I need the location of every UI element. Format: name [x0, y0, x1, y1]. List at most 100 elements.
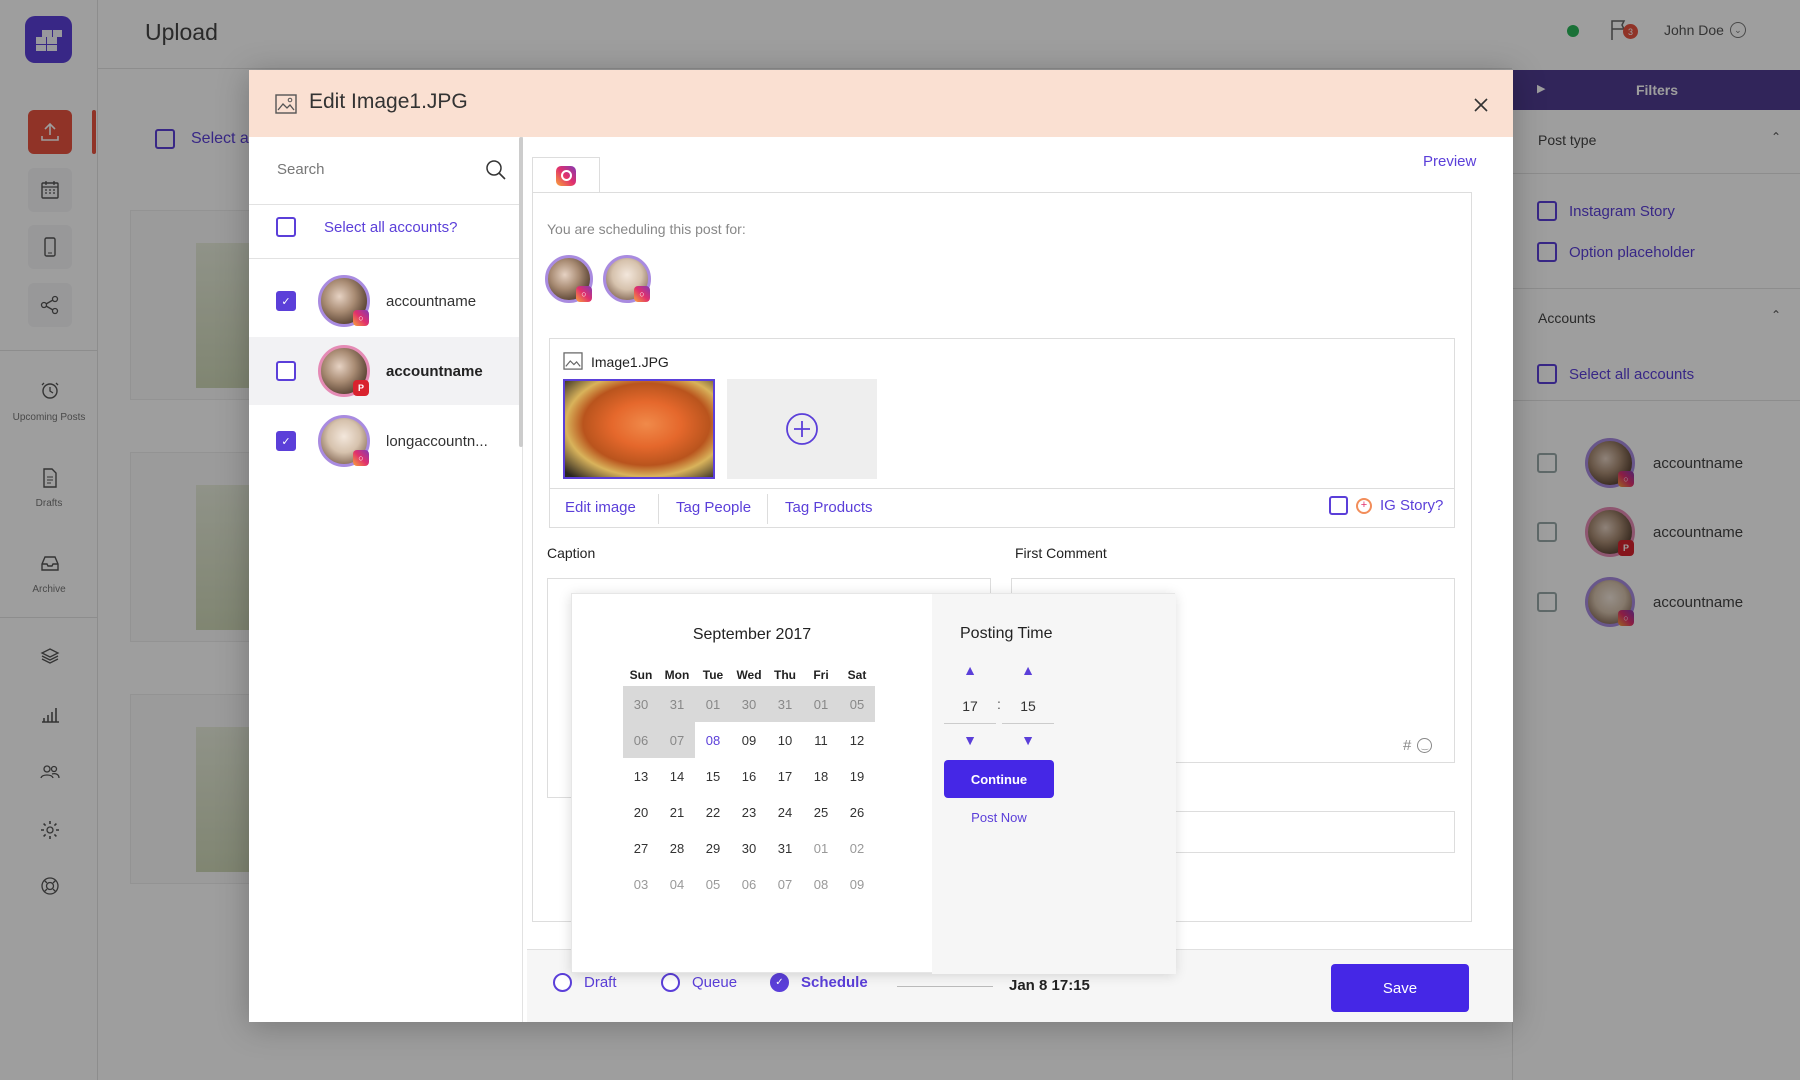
- avatar: ○: [603, 255, 651, 303]
- ig-story-toggle[interactable]: + IG Story?: [1329, 496, 1443, 515]
- instagram-icon: ○: [353, 310, 369, 326]
- minute-input[interactable]: 15: [1002, 688, 1054, 724]
- avatar: P: [318, 345, 370, 397]
- calendar-day[interactable]: 31: [767, 830, 803, 866]
- calendar-day[interactable]: 09: [839, 866, 875, 902]
- post-now-link[interactable]: Post Now: [932, 810, 1066, 825]
- calendar-day[interactable]: 23: [731, 794, 767, 830]
- close-icon[interactable]: [1473, 97, 1489, 113]
- calendar-day[interactable]: 09: [731, 722, 767, 758]
- avatar: ○: [318, 275, 370, 327]
- account-row[interactable]: P accountname: [249, 337, 523, 405]
- hour-input[interactable]: 17: [944, 688, 996, 724]
- account-checkbox[interactable]: ✓: [276, 431, 296, 451]
- ig-story-label: IG Story?: [1380, 497, 1444, 514]
- smiley-icon[interactable]: ‿: [1417, 738, 1433, 753]
- search-input[interactable]: Search: [277, 161, 325, 178]
- calendar-day-today[interactable]: 08: [695, 722, 731, 758]
- account-checkbox[interactable]: ✓: [276, 291, 296, 311]
- account-picker: Search Select all accounts? ✓ ○ accountn…: [249, 137, 523, 1022]
- calendar-day[interactable]: 11: [803, 722, 839, 758]
- calendar-day[interactable]: 19: [839, 758, 875, 794]
- calendar-day[interactable]: 28: [659, 830, 695, 866]
- posting-time-panel: Posting Time ▲ ▲ 17 : 15 ▼ ▼ Continue Po…: [932, 594, 1176, 974]
- ig-story-checkbox[interactable]: [1329, 496, 1348, 515]
- calendar-day[interactable]: 14: [659, 758, 695, 794]
- continue-button[interactable]: Continue: [944, 760, 1054, 798]
- queue-radio[interactable]: [661, 973, 680, 992]
- calendar-day[interactable]: 02: [839, 830, 875, 866]
- calendar-day[interactable]: 24: [767, 794, 803, 830]
- add-media-button[interactable]: [727, 379, 877, 479]
- calendar-day: 07: [659, 722, 695, 758]
- calendar-day: 01: [803, 686, 839, 722]
- schedule-radio[interactable]: ✓: [770, 973, 789, 992]
- save-button[interactable]: Save: [1331, 964, 1469, 1012]
- calendar-day[interactable]: 05: [695, 866, 731, 902]
- tag-products-link[interactable]: Tag Products: [785, 499, 873, 516]
- calendar-day[interactable]: 22: [695, 794, 731, 830]
- calendar-day[interactable]: 06: [731, 866, 767, 902]
- calendar-day[interactable]: 15: [695, 758, 731, 794]
- calendar-day[interactable]: 12: [839, 722, 875, 758]
- pinterest-icon: P: [353, 380, 369, 396]
- option-schedule[interactable]: ✓ Schedule: [770, 973, 868, 992]
- account-checkbox[interactable]: [276, 361, 296, 381]
- calendar-day[interactable]: 25: [803, 794, 839, 830]
- calendar-day[interactable]: 01: [803, 830, 839, 866]
- scheduled-date: Jan 8 17:15: [1009, 977, 1090, 994]
- calendar-day[interactable]: 17: [767, 758, 803, 794]
- tag-people-link[interactable]: Tag People: [676, 499, 751, 516]
- calendar-day[interactable]: 29: [695, 830, 731, 866]
- select-all-accounts[interactable]: Select all accounts?: [276, 217, 457, 237]
- draft-label: Draft: [584, 974, 617, 991]
- weekday-header: Thu: [774, 668, 796, 682]
- image-icon: [275, 94, 297, 114]
- hour-up-icon[interactable]: ▲: [944, 662, 996, 678]
- caption-label: Caption: [547, 545, 596, 561]
- calendar-day[interactable]: 13: [623, 758, 659, 794]
- edit-image-modal: Edit Image1.JPG Search Select all accoun…: [249, 70, 1513, 1022]
- scheduling-text: You are scheduling this post for:: [547, 221, 746, 237]
- select-all-accounts-checkbox[interactable]: [276, 217, 296, 237]
- divider: [249, 204, 523, 205]
- calendar-day[interactable]: 07: [767, 866, 803, 902]
- instagram-icon: [556, 165, 576, 186]
- calendar-day[interactable]: 27: [623, 830, 659, 866]
- weekday-header: Sat: [847, 668, 867, 682]
- calendar-day[interactable]: 18: [803, 758, 839, 794]
- tab-instagram[interactable]: [532, 157, 600, 193]
- option-draft[interactable]: Draft: [553, 973, 617, 992]
- calendar-day[interactable]: 26: [839, 794, 875, 830]
- weekday-header: Tue: [702, 668, 724, 682]
- preview-link[interactable]: Preview: [1423, 153, 1476, 170]
- calendar-day[interactable]: 20: [623, 794, 659, 830]
- calendar-day[interactable]: 21: [659, 794, 695, 830]
- account-name: longaccountn...: [386, 432, 488, 450]
- calendar-day[interactable]: 10: [767, 722, 803, 758]
- divider: [658, 494, 659, 524]
- calendar-day[interactable]: 04: [659, 866, 695, 902]
- calendar-day: 31: [659, 686, 695, 722]
- image-icon: [563, 352, 583, 370]
- account-name: accountname: [386, 292, 477, 310]
- calendar-day[interactable]: 03: [623, 866, 659, 902]
- minute-down-icon[interactable]: ▼: [1002, 732, 1054, 748]
- minute-up-icon[interactable]: ▲: [1002, 662, 1054, 678]
- account-row[interactable]: ✓ ○ longaccountn...: [249, 407, 523, 475]
- edit-image-link[interactable]: Edit image: [565, 499, 636, 516]
- hashtag-icon[interactable]: #: [1403, 737, 1411, 754]
- queue-label: Queue: [692, 974, 738, 991]
- image-thumbnail[interactable]: [563, 379, 715, 479]
- calendar-day[interactable]: 16: [731, 758, 767, 794]
- draft-radio[interactable]: [553, 973, 572, 992]
- calendar-day: 01: [695, 686, 731, 722]
- hour-down-icon[interactable]: ▼: [944, 732, 996, 748]
- divider: [767, 494, 768, 524]
- calendar-day[interactable]: 30: [731, 830, 767, 866]
- account-row[interactable]: ✓ ○ accountname: [249, 267, 523, 335]
- option-queue[interactable]: Queue: [661, 973, 737, 992]
- calendar-day[interactable]: 08: [803, 866, 839, 902]
- search-icon[interactable]: [485, 159, 507, 181]
- scrollbar[interactable]: [519, 137, 523, 447]
